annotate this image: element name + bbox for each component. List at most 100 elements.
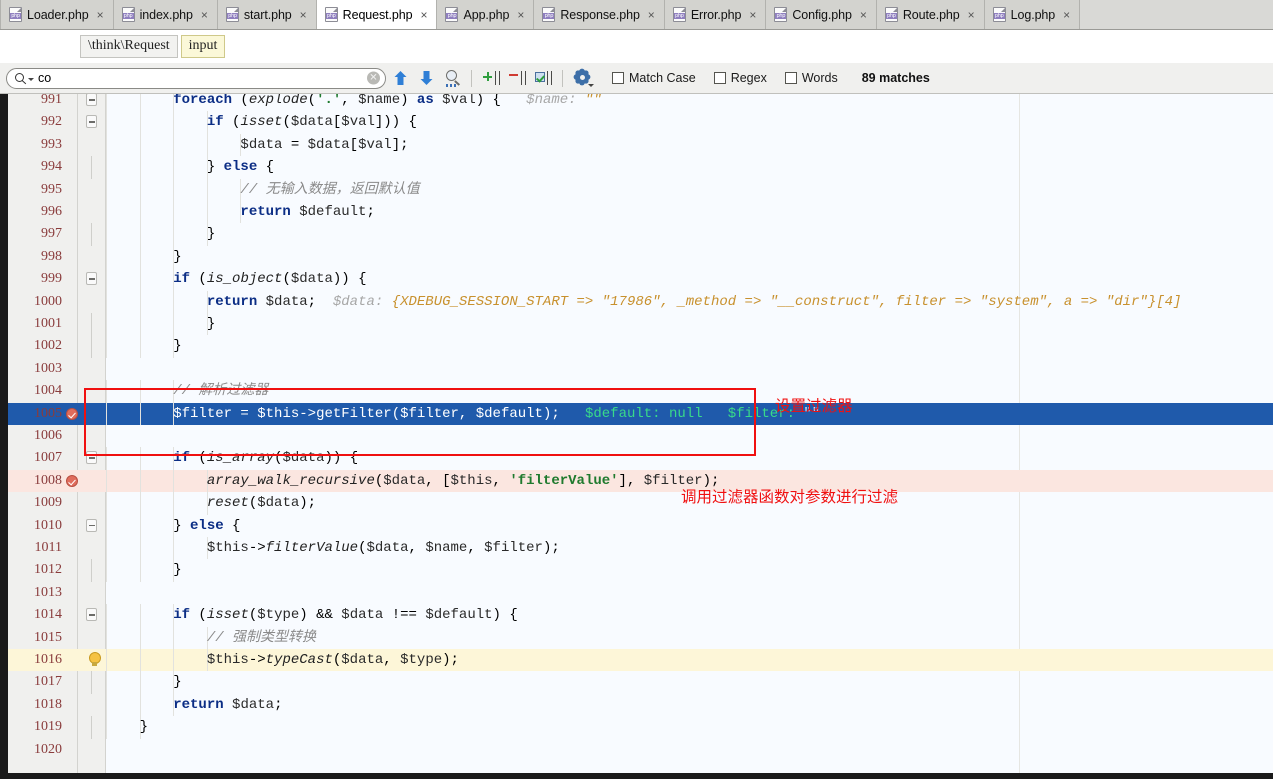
match-case-checkbox[interactable]: Match Case xyxy=(612,71,696,85)
line-number: 994 xyxy=(41,159,62,175)
select-all-occurrences-button[interactable] xyxy=(533,67,555,89)
tab-close-icon[interactable]: × xyxy=(517,9,524,21)
search-settings-button[interactable] xyxy=(572,67,594,89)
editor-tab-app-php[interactable]: php App.php × xyxy=(437,0,535,29)
code-line-995[interactable]: 995 // 无输入数据，返回默认值 xyxy=(0,178,1273,201)
tab-close-icon[interactable]: × xyxy=(201,9,208,21)
code-line-1013[interactable]: 1013 xyxy=(0,582,1273,604)
find-all-button[interactable] xyxy=(442,67,464,89)
code-line-1008[interactable]: 1008 array_walk_recursive($data, [$this,… xyxy=(0,469,1273,493)
editor-tab-config-php[interactable]: php Config.php × xyxy=(766,0,877,29)
gear-icon xyxy=(575,70,589,84)
chevron-down-icon[interactable] xyxy=(28,77,34,81)
code-line-1017[interactable]: 1017 } xyxy=(0,671,1273,694)
code-line-996[interactable]: 996 return $default; xyxy=(0,201,1273,224)
code-line-1010[interactable]: 1010 } else { xyxy=(0,514,1273,537)
breadcrumb-class[interactable]: \think\Request xyxy=(80,35,178,58)
code-line-1018[interactable]: 1018 return $data; xyxy=(0,693,1273,717)
tab-close-icon[interactable]: × xyxy=(648,9,655,21)
php-file-icon: php xyxy=(225,7,239,22)
breakpoint-icon[interactable] xyxy=(66,407,78,420)
breakpoint-icon[interactable] xyxy=(66,474,78,487)
line-number: 1007 xyxy=(34,450,62,466)
fold-collapse-icon[interactable] xyxy=(86,518,97,532)
code-line-998[interactable]: 998 } xyxy=(0,245,1273,269)
code-line-1007[interactable]: 1007 if (is_array($data)) { xyxy=(0,447,1273,470)
fold-collapse-icon[interactable] xyxy=(86,451,97,465)
tab-close-icon[interactable]: × xyxy=(968,9,975,21)
code-line-1019[interactable]: 1019 } xyxy=(0,716,1273,739)
tab-close-icon[interactable]: × xyxy=(420,9,427,21)
regex-checkbox[interactable]: Regex xyxy=(713,71,767,85)
add-selection-button[interactable] xyxy=(481,67,503,89)
code-token: ( xyxy=(248,495,258,512)
editor-tab-log-php[interactable]: php Log.php × xyxy=(984,0,1081,29)
code-editor[interactable]: 991 foreach (explode('.', $name) as $val… xyxy=(0,94,1273,779)
code-line-993[interactable]: 993 $data = $data[$val]; xyxy=(0,133,1273,157)
editor-tab-loader-php[interactable]: php Loader.php × xyxy=(0,0,114,29)
fold-collapse-icon[interactable] xyxy=(86,115,97,129)
code-line-1015[interactable]: 1015 // 强制类型转换 xyxy=(0,626,1273,649)
arrow-down-icon xyxy=(420,71,434,85)
tab-close-icon[interactable]: × xyxy=(1063,9,1070,21)
find-next-button[interactable] xyxy=(416,67,438,89)
fold-guide-line xyxy=(91,671,92,694)
editor-tab-route-php[interactable]: php Route.php × xyxy=(876,0,985,29)
code-token: } xyxy=(106,248,182,265)
find-previous-button[interactable] xyxy=(390,67,412,89)
code-line-1006[interactable]: 1006 xyxy=(0,425,1273,447)
intention-bulb-icon[interactable] xyxy=(88,652,101,668)
remove-selection-button[interactable] xyxy=(507,67,529,89)
code-line-1005[interactable]: 1005 $filter = $this->getFilter($filter,… xyxy=(0,402,1273,425)
editor-tab-start-php[interactable]: php start.php × xyxy=(217,0,317,29)
code-line-997[interactable]: 997 } xyxy=(0,223,1273,246)
code-line-1009[interactable]: 1009 reset($data); xyxy=(0,492,1273,515)
editor-tab-error-php[interactable]: php Error.php × xyxy=(664,0,767,29)
words-checkbox[interactable]: Words xyxy=(784,71,838,85)
code-token: ], xyxy=(618,472,644,489)
tab-close-icon[interactable]: × xyxy=(97,9,104,21)
code-line-1004[interactable]: 1004 // 解析过滤器 xyxy=(0,380,1273,403)
code-line-1001[interactable]: 1001 } xyxy=(0,313,1273,336)
code-line-1000[interactable]: 1000 return $data; $data: {XDEBUG_SESSIO… xyxy=(0,290,1273,313)
fold-collapse-icon[interactable] xyxy=(86,608,97,622)
breadcrumb-member[interactable]: input xyxy=(180,35,226,58)
code-token: $data xyxy=(290,114,333,131)
code-token: , xyxy=(492,472,510,489)
code-line-1011[interactable]: 1011 $this->filterValue($data, $name, $f… xyxy=(0,537,1273,560)
code-line-1003[interactable]: 1003 xyxy=(0,358,1273,380)
code-line-994[interactable]: 994 } else { xyxy=(0,156,1273,179)
breadcrumb: \think\Request input xyxy=(0,30,1273,63)
line-number: 999 xyxy=(41,271,62,287)
editor-tab-index-php[interactable]: php index.php × xyxy=(113,0,218,29)
code-token: $type xyxy=(400,652,443,668)
code-line-text: } xyxy=(106,335,1273,357)
code-line-992[interactable]: 992 if (isset($data[$val])) { xyxy=(0,111,1273,134)
php-file-icon: php xyxy=(121,7,135,22)
code-line-1012[interactable]: 1012 } xyxy=(0,559,1273,582)
tab-close-icon[interactable]: × xyxy=(749,9,756,21)
tab-close-icon[interactable]: × xyxy=(860,9,867,21)
code-token: // 无输入数据，返回默认值 xyxy=(240,181,420,198)
editor-tab-request-php[interactable]: php Request.php × xyxy=(316,0,438,29)
fold-collapse-icon[interactable] xyxy=(86,272,97,286)
php-file-icon: php xyxy=(324,7,338,22)
fold-collapse-icon[interactable] xyxy=(86,94,97,106)
search-input[interactable]: co ✕ xyxy=(6,67,386,89)
fold-guide-line xyxy=(91,335,92,358)
editor-tab-bar: php Loader.php × php index.php × php start.php ×… xyxy=(0,0,1273,30)
clear-search-icon[interactable]: ✕ xyxy=(367,71,380,85)
code-line-1020[interactable]: 1020 xyxy=(0,739,1273,761)
editor-tab-response-php[interactable]: php Response.php × xyxy=(534,0,665,29)
code-token: -> xyxy=(248,652,266,668)
code-token: ])) { xyxy=(374,114,417,131)
code-line-1002[interactable]: 1002 } xyxy=(0,335,1273,358)
code-line-999[interactable]: 999 if (is_object($data)) { xyxy=(0,268,1273,291)
code-line-1016[interactable]: 1016 $this->typeCast($data, $type); xyxy=(0,649,1273,672)
code-line-991[interactable]: 991 foreach (explode('.', $name) as $val… xyxy=(0,94,1273,112)
code-line-1014[interactable]: 1014 if (isset($type) && $data !== $defa… xyxy=(0,604,1273,627)
tab-close-icon[interactable]: × xyxy=(300,9,307,21)
tab-label: Log.php xyxy=(1010,7,1056,22)
